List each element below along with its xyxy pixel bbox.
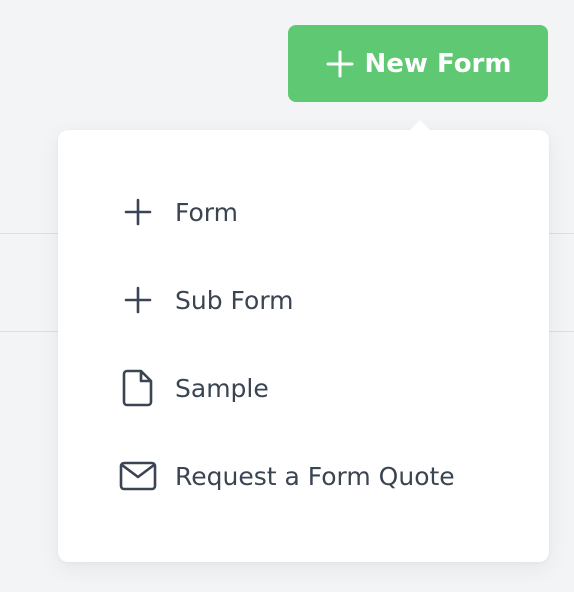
plus-icon bbox=[118, 192, 158, 232]
menu-item-label: Form bbox=[175, 197, 238, 227]
file-icon bbox=[118, 368, 158, 408]
new-form-dropdown-menu: Form Sub Form Sample Request a Form Quot… bbox=[58, 120, 549, 562]
mail-icon bbox=[118, 456, 158, 496]
new-form-button-label: New Form bbox=[364, 48, 512, 79]
plus-icon bbox=[325, 49, 355, 79]
new-form-button[interactable]: New Form bbox=[288, 25, 548, 102]
dropdown-caret bbox=[410, 120, 430, 130]
menu-item-label: Sample bbox=[175, 373, 269, 403]
menu-item-sample[interactable]: Sample bbox=[58, 344, 549, 432]
menu-item-request-quote[interactable]: Request a Form Quote bbox=[58, 432, 549, 520]
menu-item-label: Request a Form Quote bbox=[175, 461, 455, 491]
dropdown-menu-list: Form Sub Form Sample Request a Form Quot… bbox=[58, 168, 549, 520]
menu-item-form[interactable]: Form bbox=[58, 168, 549, 256]
plus-icon bbox=[118, 280, 158, 320]
menu-item-label: Sub Form bbox=[175, 285, 294, 315]
menu-item-sub-form[interactable]: Sub Form bbox=[58, 256, 549, 344]
